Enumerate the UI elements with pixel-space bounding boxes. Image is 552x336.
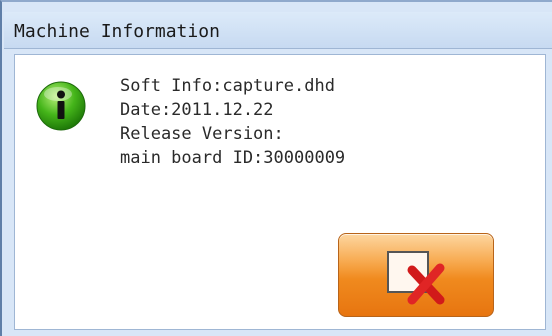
dialog-title: Machine Information (14, 21, 220, 42)
soft-info-line: Soft Info:capture.dhd (120, 76, 335, 96)
info-text: Soft Info:capture.dhd Date:2011.12.22 Re… (120, 74, 345, 170)
machine-information-dialog: Machine Information Soft Info:capture.dh… (0, 0, 552, 336)
main-board-id-line: main board ID:30000009 (120, 148, 346, 168)
info-icon (36, 81, 86, 131)
title-bar: Machine Information (4, 12, 552, 49)
close-button[interactable] (338, 233, 494, 317)
close-x-icon (387, 251, 445, 305)
date-line: Date:2011.12.22 (120, 100, 274, 120)
release-version-line: Release Version: (120, 124, 284, 144)
dialog-body: Soft Info:capture.dhd Date:2011.12.22 Re… (14, 54, 546, 330)
